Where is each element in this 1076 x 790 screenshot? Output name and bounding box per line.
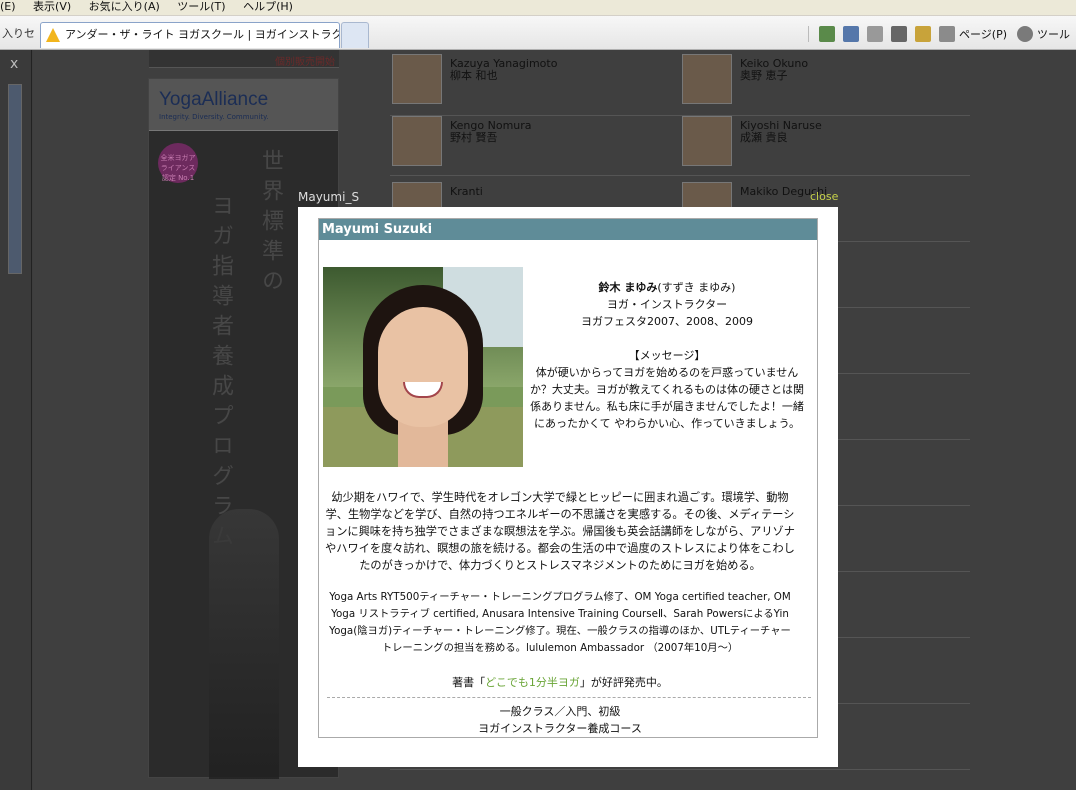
lightbox-caption: Mayumi_S (298, 190, 360, 204)
instructor-card[interactable]: Kengo Nomura 野村 賢吾 (392, 116, 532, 166)
new-tab-button[interactable] (341, 22, 369, 48)
messenger-icon[interactable] (819, 26, 835, 42)
profile-panel: Mayumi Suzuki 鈴木 まゆみ(すずき まゆみ) ヨガ・インストラクタ… (318, 218, 818, 738)
message-text: 体が硬いからってヨガを始めるのを戸惑っていませんか？大丈夫。ヨガが教えてくれるも… (529, 366, 805, 430)
book-link[interactable]: どこでも1分半ヨガ (485, 676, 580, 689)
menu-bar: (E) 表示(V) お気に入り(A) ツール(T) ヘルプ(H) (0, 0, 1076, 16)
menu-tools[interactable]: ツール(T) (177, 0, 225, 14)
profile-photo (323, 267, 523, 467)
message-title: 【メッセージ】 (628, 349, 706, 362)
profile-header: Mayumi Suzuki (319, 219, 817, 240)
yoga-figure-image (209, 509, 279, 779)
lightbox-dialog: Mayumi Suzuki 鈴木 まゆみ(すずき まゆみ) ヨガ・インストラクタ… (298, 207, 838, 767)
instructor-card[interactable]: Kazuya Yanagimoto 柳本 和也 (392, 54, 557, 104)
profile-book: 著書「どこでも1分半ヨガ」が好評発売中。 (325, 674, 795, 690)
page-icon[interactable] (939, 26, 955, 42)
profile-name-ja: 鈴木 まゆみ (598, 281, 658, 294)
top-banner[interactable]: 個別販売開始 (149, 50, 339, 68)
tab-title: アンダー・ザ・ライト ヨガスクール | ヨガインストラクター (65, 28, 340, 41)
class-teacher-training: ヨガインストラクター養成コース (478, 722, 642, 735)
menu-edit[interactable]: (E) (0, 0, 16, 14)
profile-intro: 鈴木 まゆみ(すずき まゆみ) ヨガ・インストラクター ヨガフェスタ2007、2… (529, 279, 805, 432)
separator (808, 26, 809, 42)
instructor-card[interactable]: Kiyoshi Naruse 成瀬 貴良 (682, 116, 822, 166)
instructor-name-ja: 野村 賢吾 (450, 131, 498, 144)
instructor-photo (392, 116, 442, 166)
feeds-icon[interactable] (867, 26, 883, 42)
home-icon[interactable] (843, 26, 859, 42)
site-favicon-icon (46, 28, 60, 42)
print-icon[interactable] (891, 26, 907, 42)
tools-menu[interactable]: ツール (1037, 26, 1070, 42)
profile-certifications: Yoga Arts RYT500ティーチャー・トレーニングプログラム修了、OM … (329, 591, 791, 654)
instructor-name-ja: 成瀬 貴良 (740, 131, 788, 144)
profile-role: ヨガ・インストラクター (606, 298, 728, 311)
vertical-heading-2: ヨガ指導者養成プログラム (208, 194, 233, 554)
command-bar: ページ(P) ツール (802, 24, 1076, 44)
menu-view[interactable]: 表示(V) (33, 0, 71, 14)
instructor-row: Kengo Nomura 野村 賢吾 Kiyoshi Naruse 成瀬 貴良 (390, 110, 970, 176)
logo-text: YogaAlliance (159, 89, 269, 110)
divider (327, 697, 811, 698)
page-menu[interactable]: ページ(P) (959, 26, 1007, 42)
instructor-photo (392, 54, 442, 104)
instructor-name-ja: 奥野 恵子 (740, 69, 788, 82)
banner-text: 個別販売開始 (275, 57, 335, 68)
tab-active[interactable]: アンダー・ザ・ライト ヨガスクール | ヨガインストラクター (40, 22, 340, 48)
book-suffix: 」が好評発売中。 (579, 676, 668, 689)
menu-favorites[interactable]: お気に入り(A) (89, 0, 160, 14)
favorites-pane: x (0, 50, 32, 790)
scrollbar[interactable] (8, 84, 22, 274)
yoga-alliance-logo: YogaAlliance Integrity. Diversity. Commu… (149, 79, 338, 131)
profile-classes: 一般クラス／入門、初級 ヨガインストラクター養成コース (325, 703, 795, 737)
menu-help[interactable]: ヘルプ(H) (243, 0, 293, 14)
lightbox-close-link[interactable]: close (810, 190, 838, 203)
gear-icon[interactable] (1017, 26, 1033, 42)
book-prefix: 著書「 (452, 676, 486, 689)
edit-icon[interactable] (915, 26, 931, 42)
logo-tagline: Integrity. Diversity. Community. (159, 113, 269, 121)
instructor-photo (682, 116, 732, 166)
instructor-name-ja: 柳本 和也 (450, 69, 498, 82)
profile-bio: 幼少期をハワイで、学生時代をオレゴン大学で緑とヒッピーに囲まれ過ごす。環境学、動… (325, 491, 795, 572)
class-general: 一般クラス／入門、初級 (499, 705, 621, 718)
vertical-heading-1: 世界標準の (258, 149, 283, 299)
instructor-card[interactable]: Keiko Okuno 奥野 恵子 (682, 54, 808, 104)
tab-bar: 入りセ.. アンダー・ザ・ライト ヨガスクール | ヨガインストラクター ページ… (0, 16, 1076, 50)
tab-favorites-center[interactable]: 入りセ.. (0, 22, 34, 48)
instructor-name-en: Kranti (450, 185, 483, 198)
profile-name-kana: (すずき まゆみ) (657, 281, 736, 294)
certification-badge: 全米ヨガアライアンス認定 No.1 (158, 143, 198, 183)
close-pane-icon[interactable]: x (10, 56, 18, 72)
instructor-row: Kazuya Yanagimoto 柳本 和也 Keiko Okuno 奥野 恵子 (390, 50, 970, 116)
profile-festival: ヨガフェスタ2007、2008、2009 (581, 315, 753, 328)
instructor-photo (682, 54, 732, 104)
